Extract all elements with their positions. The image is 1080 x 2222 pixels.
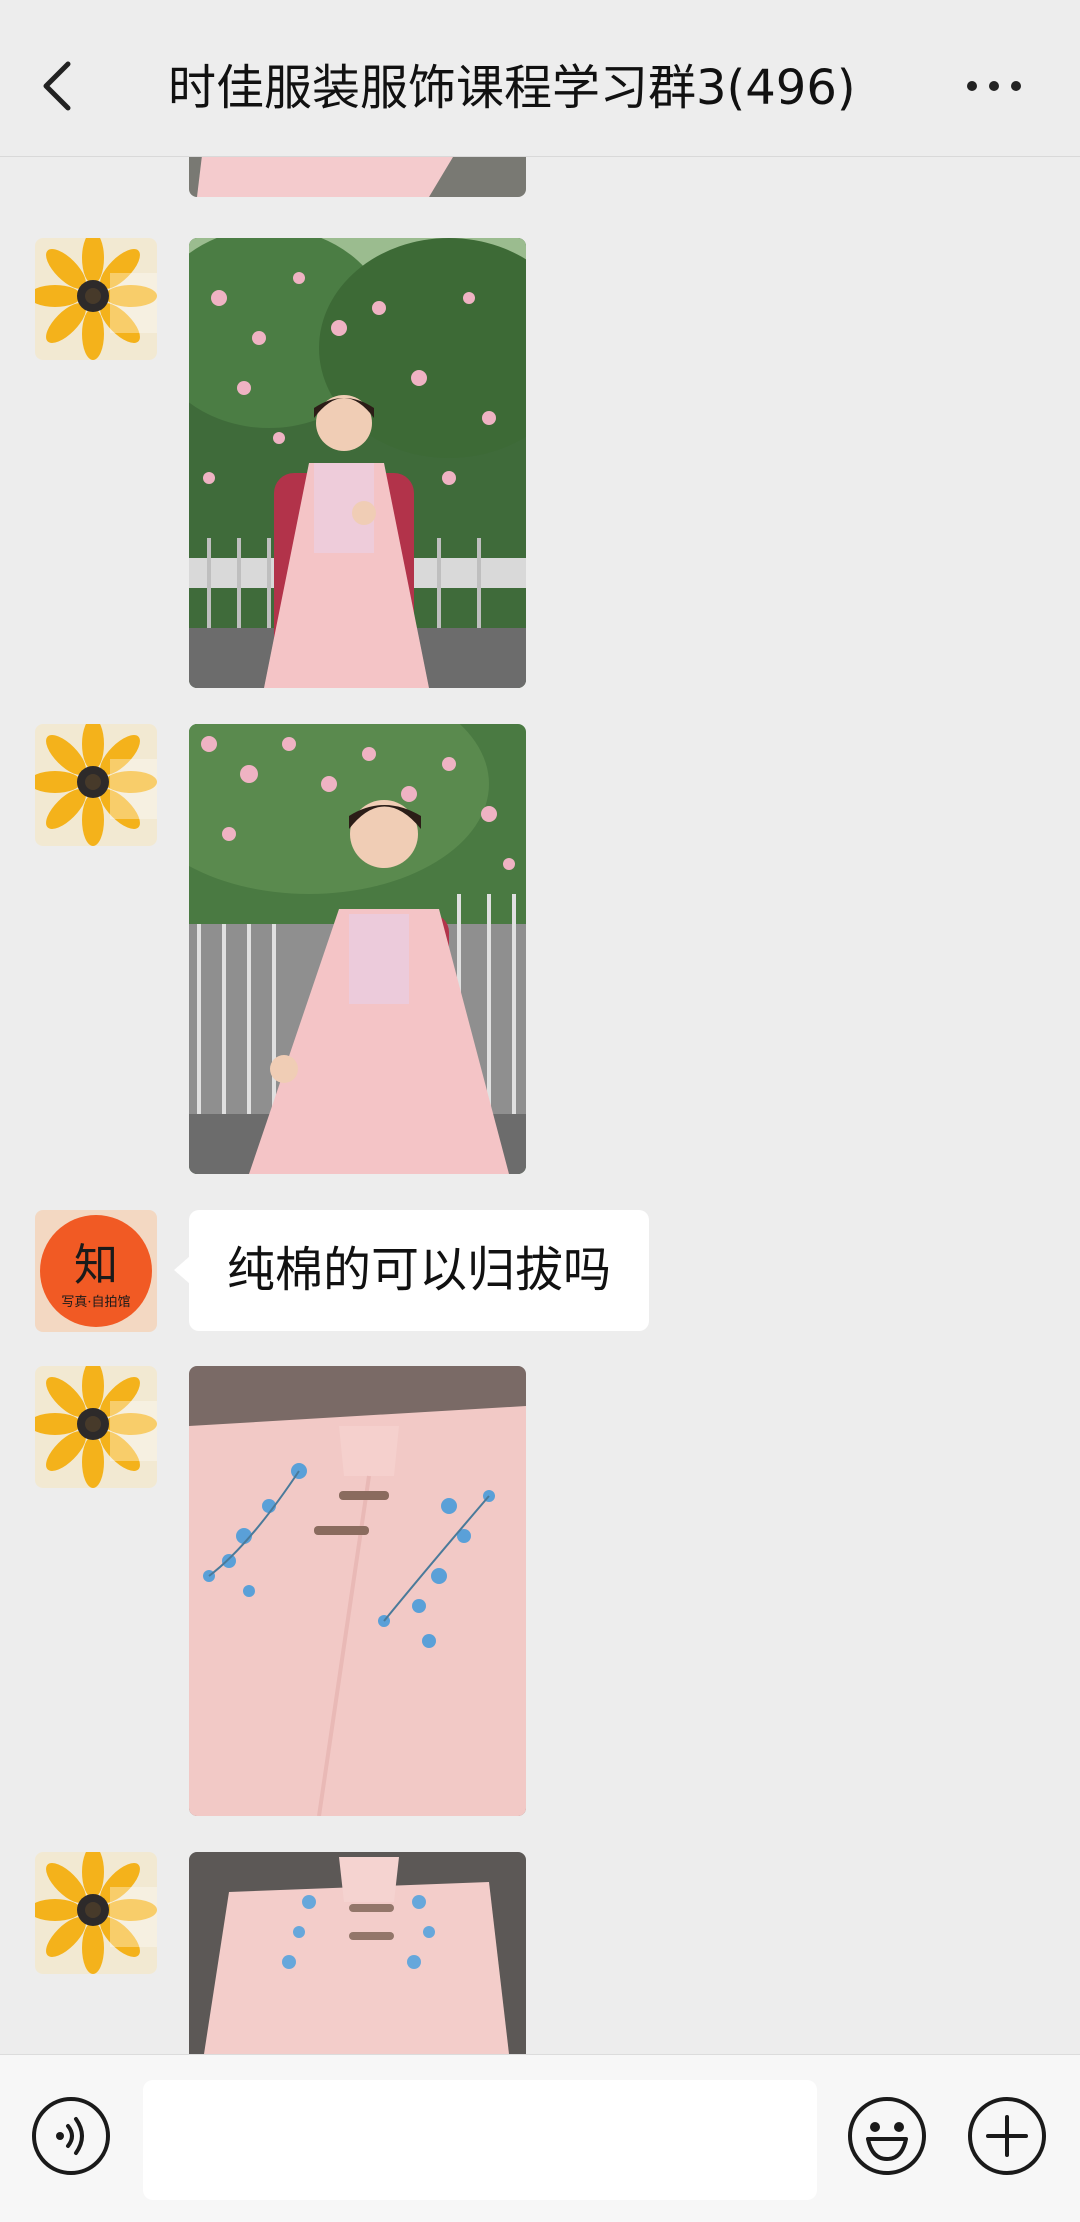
message-photo[interactable] bbox=[189, 157, 526, 197]
emoji-button[interactable] bbox=[846, 2095, 928, 2177]
emoji-icon bbox=[848, 2097, 926, 2175]
studio-logo-text: 知 bbox=[74, 1240, 118, 1291]
more-functions-button[interactable] bbox=[966, 2095, 1048, 2177]
studio-logo-avatar: 知 写真·自拍馆 bbox=[35, 1210, 157, 1332]
pink-dress-photo bbox=[189, 157, 526, 197]
message-text-bubble[interactable]: 纯棉的可以归拔吗 bbox=[189, 1210, 650, 1331]
back-button[interactable] bbox=[28, 50, 88, 122]
pink-embroidered-dress-photo bbox=[189, 1852, 526, 2054]
message-input[interactable] bbox=[143, 2080, 817, 2200]
sunflower-avatar bbox=[35, 724, 157, 846]
title-fade bbox=[848, 52, 908, 124]
more-horizontal-icon bbox=[967, 81, 1021, 91]
sender-avatar[interactable] bbox=[35, 1366, 157, 1488]
girl-pink-dress-photo bbox=[189, 238, 526, 688]
bubble-arrow bbox=[174, 1256, 190, 1284]
voice-icon bbox=[32, 2097, 110, 2175]
sender-avatar[interactable]: 知 写真·自拍馆 bbox=[35, 1210, 157, 1332]
message-item bbox=[0, 1852, 1080, 2054]
message-item bbox=[0, 724, 1080, 1174]
sunflower-avatar bbox=[35, 1852, 157, 1974]
message-item: 知 写真·自拍馆 纯棉的可以归拔吗 bbox=[0, 1210, 1080, 1332]
sender-avatar[interactable] bbox=[35, 1852, 157, 1974]
chat-header: 时佳服装服饰课程学习群3(496) bbox=[0, 0, 1080, 157]
more-button[interactable] bbox=[958, 68, 1030, 104]
message-item bbox=[0, 1366, 1080, 1816]
message-photo[interactable] bbox=[189, 238, 526, 688]
sunflower-avatar bbox=[35, 238, 157, 360]
input-bar bbox=[0, 2054, 1080, 2222]
sender-avatar[interactable] bbox=[35, 724, 157, 846]
message-photo[interactable] bbox=[189, 1852, 526, 2054]
message-item bbox=[0, 238, 1080, 688]
pink-embroidered-dress-closeup-photo bbox=[189, 1366, 526, 1816]
message-text: 纯棉的可以归拔吗 bbox=[227, 1242, 612, 1298]
sunflower-avatar bbox=[35, 1366, 157, 1488]
chevron-left-icon bbox=[43, 61, 71, 111]
voice-button[interactable] bbox=[30, 2095, 112, 2177]
message-item bbox=[0, 157, 1080, 197]
sender-avatar[interactable] bbox=[35, 238, 157, 360]
chat-message-list[interactable]: 知 写真·自拍馆 纯棉的可以归拔吗 bbox=[0, 157, 1080, 2054]
studio-logo-subtext: 写真·自拍馆 bbox=[61, 1295, 130, 1310]
message-photo[interactable] bbox=[189, 724, 526, 1174]
chat-title-text: 时佳服装服饰课程学习群3(496) bbox=[168, 60, 856, 116]
plus-icon bbox=[968, 2097, 1046, 2175]
girl-pink-dress-smiling-photo bbox=[189, 724, 526, 1174]
chat-title: 时佳服装服饰课程学习群3(496) bbox=[168, 52, 908, 124]
message-photo[interactable] bbox=[189, 1366, 526, 1816]
